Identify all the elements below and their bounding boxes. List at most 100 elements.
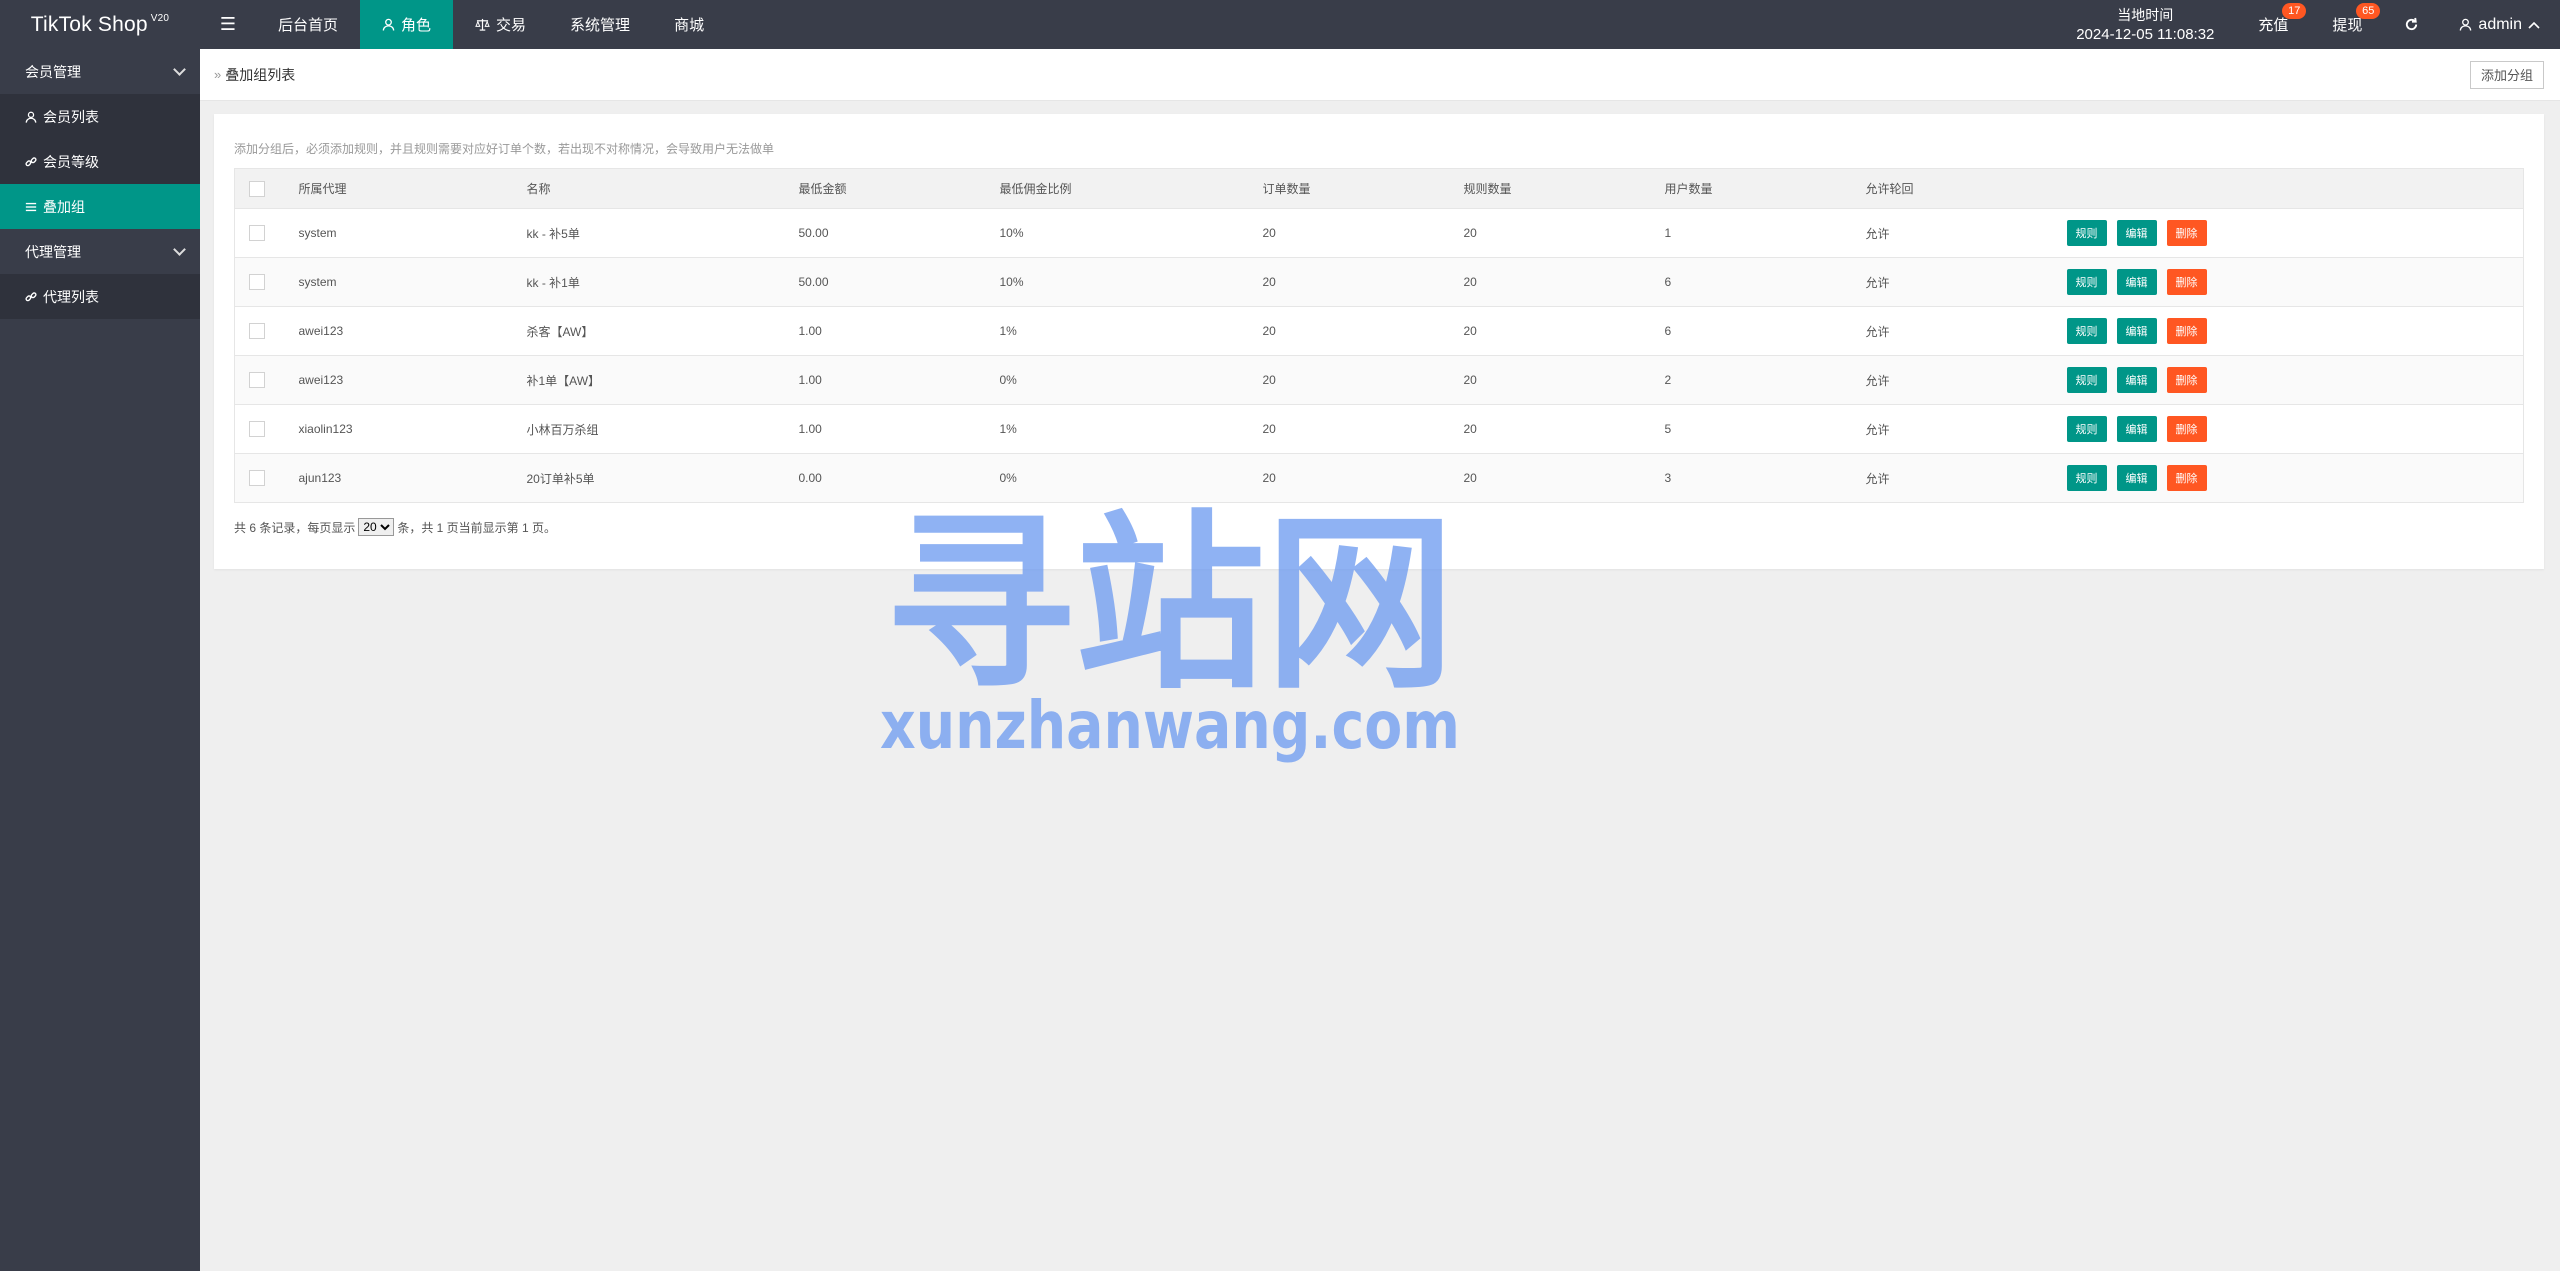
sidebar-item-agent-list[interactable]: 代理列表 xyxy=(0,274,200,319)
add-group-button[interactable]: 添加分组 xyxy=(2469,60,2544,89)
nav-item-trade[interactable]: 交易 xyxy=(453,0,548,49)
table-row: awei123 补1单【AW】 1.00 0% 20 20 2 允许 规则 编辑… xyxy=(234,355,2524,405)
delete-button[interactable]: 删除 xyxy=(2166,269,2207,295)
delete-button[interactable]: 删除 xyxy=(2166,416,2207,442)
pager-suffix: 条，共 1 页当前显示第 1 页。 xyxy=(397,520,557,535)
sidebar-group-agents[interactable]: 代理管理 xyxy=(0,229,200,274)
edit-button[interactable]: 编辑 xyxy=(2116,318,2157,344)
cell-users: 2 xyxy=(1654,355,1856,405)
col-name[interactable]: 名称 xyxy=(516,168,789,209)
cell-rules: 20 xyxy=(1453,306,1655,356)
nav-item-role[interactable]: 角色 xyxy=(360,0,454,49)
list-icon xyxy=(25,202,37,211)
edit-button[interactable]: 编辑 xyxy=(2116,416,2157,442)
page-size-select[interactable]: 20 xyxy=(358,518,395,536)
withdraw-link[interactable]: 提现 65 xyxy=(2310,0,2384,49)
cell-name: 补1单【AW】 xyxy=(516,355,789,405)
select-all-checkbox[interactable] xyxy=(249,180,265,197)
user-menu[interactable]: admin xyxy=(2439,0,2560,49)
delete-button[interactable]: 删除 xyxy=(2166,367,2207,393)
cell-min-commission: 1% xyxy=(989,404,1253,454)
nav-item-mall[interactable]: 商城 xyxy=(652,0,726,49)
page-title: 叠加组列表 xyxy=(225,66,296,83)
app-logo[interactable]: TikTok Shop V20 xyxy=(0,0,200,49)
row-checkbox[interactable] xyxy=(249,372,265,388)
pager-prefix: 共 6 条记录，每页显示 xyxy=(234,520,356,535)
cell-min-commission: 1% xyxy=(989,306,1253,356)
cell-orders: 20 xyxy=(1252,306,1454,356)
scale-icon xyxy=(475,18,490,31)
col-users[interactable]: 用户数量 xyxy=(1654,168,1856,209)
rules-button[interactable]: 规则 xyxy=(2066,367,2107,393)
sidebar-group-members[interactable]: 会员管理 xyxy=(0,49,200,94)
cell-users: 6 xyxy=(1654,257,1856,307)
sidebar-item-stack-group[interactable]: 叠加组 xyxy=(0,184,200,229)
cell-actions: 规则 编辑 删除 xyxy=(2056,208,2524,258)
cell-rules: 20 xyxy=(1453,404,1655,454)
table-row: ajun123 20订单补5单 0.00 0% 20 20 3 允许 规则 编辑… xyxy=(234,453,2524,503)
row-checkbox[interactable] xyxy=(249,323,265,339)
edit-button[interactable]: 编辑 xyxy=(2116,220,2157,246)
table-row: system kk - 补5单 50.00 10% 20 20 1 允许 规则 … xyxy=(234,208,2524,258)
edit-button[interactable]: 编辑 xyxy=(2116,269,2157,295)
cell-orders: 20 xyxy=(1252,257,1454,307)
cell-rules: 20 xyxy=(1453,453,1655,503)
cell-cycle: 允许 xyxy=(1855,355,2057,405)
tip-text: 添加分组后，必须添加规则，并且规则需要对应好订单个数，若出现不对称情况，会导致用… xyxy=(234,142,775,156)
row-checkbox[interactable] xyxy=(249,470,265,486)
top-header: TikTok Shop V20 ☰ 后台首页 角色 交易 系统管理 商城 当地时间… xyxy=(0,0,2560,49)
cell-min-commission: 0% xyxy=(989,355,1253,405)
row-select-cell xyxy=(234,404,289,454)
row-checkbox[interactable] xyxy=(249,421,265,437)
nav-label: 交易 xyxy=(496,17,527,34)
col-min-commission[interactable]: 最低佣金比例 xyxy=(989,168,1253,209)
edit-button[interactable]: 编辑 xyxy=(2116,367,2157,393)
cell-cycle: 允许 xyxy=(1855,306,2057,356)
sidebar-item-member-list[interactable]: 会员列表 xyxy=(0,94,200,139)
sidebar-item-label: 会员列表 xyxy=(43,108,99,125)
sidebar-item-member-level[interactable]: 会员等级 xyxy=(0,139,200,184)
rules-button[interactable]: 规则 xyxy=(2066,318,2107,344)
nav-label: 后台首页 xyxy=(278,17,339,34)
nav-item-home[interactable]: 后台首页 xyxy=(256,0,360,49)
rules-button[interactable]: 规则 xyxy=(2066,220,2107,246)
chevron-down-icon xyxy=(173,62,186,76)
rules-button[interactable]: 规则 xyxy=(2066,416,2107,442)
chevron-up-icon xyxy=(2528,21,2540,29)
hamburger-icon[interactable]: ☰ xyxy=(200,0,256,49)
edit-button[interactable]: 编辑 xyxy=(2116,465,2157,491)
sidebar-group-label: 会员管理 xyxy=(25,63,81,80)
col-orders[interactable]: 订单数量 xyxy=(1252,168,1454,209)
cell-min-commission: 10% xyxy=(989,208,1253,258)
cell-name: kk - 补1单 xyxy=(516,257,789,307)
cell-users: 6 xyxy=(1654,306,1856,356)
top-nav: 后台首页 角色 交易 系统管理 商城 xyxy=(256,0,726,49)
col-rules[interactable]: 规则数量 xyxy=(1453,168,1655,209)
cell-cycle: 允许 xyxy=(1855,404,2057,454)
clock-time: 2024-12-05 11:08:32 xyxy=(2076,25,2215,43)
chevron-down-icon xyxy=(173,242,186,256)
refresh-icon[interactable] xyxy=(2384,0,2439,49)
rules-button[interactable]: 规则 xyxy=(2066,269,2107,295)
rules-button[interactable]: 规则 xyxy=(2066,465,2107,491)
user-icon xyxy=(25,111,37,123)
cell-min-commission: 0% xyxy=(989,453,1253,503)
table-header-row: 所属代理 名称 最低金额 最低佣金比例 订单数量 规则数量 用户数量 允许轮回 xyxy=(234,168,2524,209)
nav-item-system[interactable]: 系统管理 xyxy=(548,0,652,49)
row-checkbox[interactable] xyxy=(249,274,265,290)
delete-button[interactable]: 删除 xyxy=(2166,318,2207,344)
col-min-amount[interactable]: 最低金额 xyxy=(788,168,990,209)
row-checkbox[interactable] xyxy=(249,225,265,241)
col-agent[interactable]: 所属代理 xyxy=(288,168,517,209)
col-actions xyxy=(2056,168,2524,209)
cell-min-amount: 0.00 xyxy=(788,453,990,503)
table-row: awei123 杀客【AW】 1.00 1% 20 20 6 允许 规则 编辑 … xyxy=(234,306,2524,356)
delete-button[interactable]: 删除 xyxy=(2166,220,2207,246)
cell-agent: awei123 xyxy=(288,355,517,405)
cell-actions: 规则 编辑 删除 xyxy=(2056,257,2524,307)
col-cycle[interactable]: 允许轮回 xyxy=(1855,168,2057,209)
sidebar-item-label: 代理列表 xyxy=(43,288,99,305)
recharge-link[interactable]: 充值 17 xyxy=(2236,0,2310,49)
delete-button[interactable]: 删除 xyxy=(2166,465,2207,491)
user-icon xyxy=(382,18,395,31)
